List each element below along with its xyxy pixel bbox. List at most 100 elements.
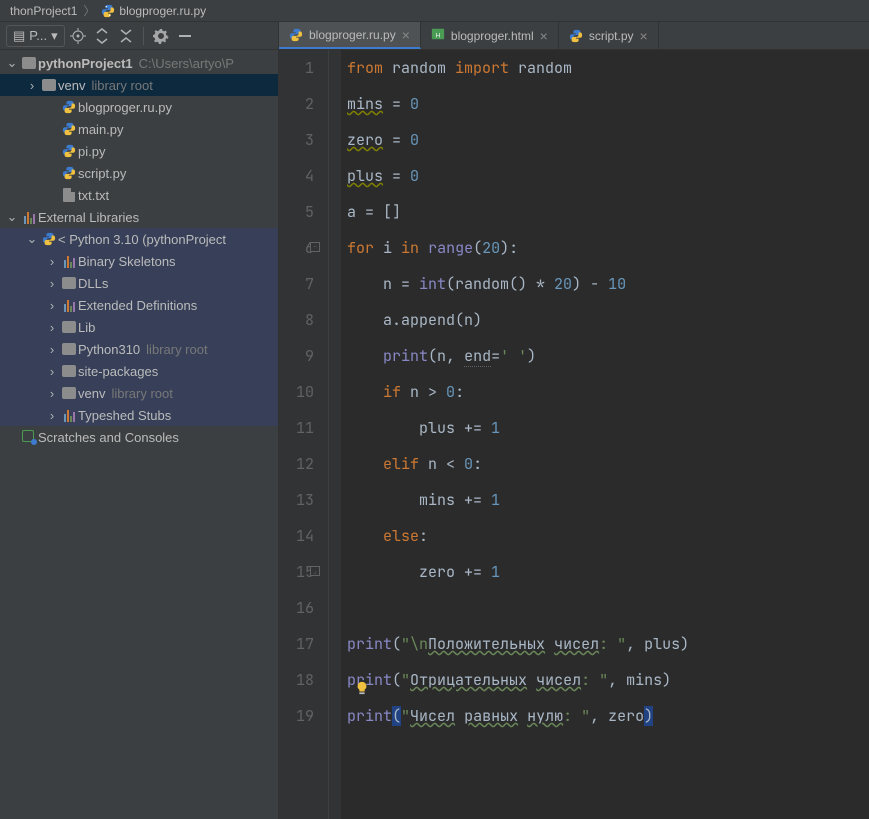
code-line[interactable]: mins = 0 [347,86,869,122]
breadcrumb-file[interactable]: blogproger.ru.py [97,4,210,18]
chevron-right-icon[interactable]: › [44,386,60,401]
chevron-right-icon[interactable]: › [44,342,60,357]
tree-scratches[interactable]: › Scratches and Consoles [0,426,278,448]
line-number[interactable]: 7 [279,266,314,302]
line-number[interactable]: 10 [279,374,314,410]
tree-lib-item[interactable]: › Binary Skeletons [0,250,278,272]
line-number[interactable]: 12 [279,446,314,482]
tree-file[interactable]: › script.py [0,162,278,184]
chevron-right-icon[interactable]: › [44,408,60,423]
code-line[interactable]: a = [] [347,194,869,230]
line-number[interactable]: 6− [279,230,314,266]
collapse-all-icon[interactable] [115,25,137,47]
fold-start-icon[interactable]: − [310,242,320,252]
line-number[interactable]: 1 [279,50,314,86]
line-number[interactable]: 15⌟ [279,554,314,590]
expand-all-icon[interactable] [91,25,113,47]
tree-lib-item[interactable]: › Typeshed Stubs [0,404,278,426]
line-number[interactable]: 18 [279,662,314,698]
close-icon[interactable]: × [402,28,410,42]
line-number[interactable]: 4 [279,158,314,194]
chevron-right-icon[interactable]: › [44,364,60,379]
folder-icon [60,365,78,377]
breadcrumb-project[interactable]: thonProject1 [6,4,81,18]
code-line[interactable]: from random import random [347,50,869,86]
code-line[interactable]: a.append(n) [347,302,869,338]
line-number[interactable]: 13 [279,482,314,518]
line-number[interactable]: 5 [279,194,314,230]
tree-lib-item[interactable]: › Python310 library root [0,338,278,360]
chevron-down-icon[interactable]: ⌄ [4,209,20,225]
project-view-selector[interactable]: ▤ P... ▾ [6,25,65,47]
code-line[interactable]: elif n < 0: [347,446,869,482]
tree-lib-item[interactable]: › Extended Definitions [0,294,278,316]
code-line[interactable]: plus += 1 [347,410,869,446]
chevron-down-icon[interactable]: ⌄ [24,231,40,247]
tree-hint: library root [146,342,207,357]
chevron-down-icon[interactable]: ⌄ [4,55,20,71]
code-line[interactable]: else: [347,518,869,554]
line-number[interactable]: 2 [279,86,314,122]
breadcrumb-project-label: thonProject1 [10,4,77,18]
line-number[interactable]: 14 [279,518,314,554]
code-line[interactable]: print("Отрицательных чисел: ", mins) [347,662,869,698]
gear-icon[interactable] [150,25,172,47]
tree-project-root[interactable]: ⌄ pythonProject1 C:\Users\artyo\P [0,52,278,74]
line-number[interactable]: 3 [279,122,314,158]
tree-file[interactable]: › txt.txt [0,184,278,206]
code-line[interactable] [347,590,869,626]
breakpoint-margin[interactable] [329,50,341,819]
tree-label: DLLs [78,276,108,291]
tree-file[interactable]: › main.py [0,118,278,140]
chevron-right-icon[interactable]: › [44,254,60,269]
tree-file[interactable]: › blogproger.ru.py [0,96,278,118]
tree-venv-folder[interactable]: › venv library root [0,74,278,96]
editor-gutter[interactable]: 123456−789101112131415⌟16171819 [279,50,329,819]
lib-icon [20,210,38,224]
line-number[interactable]: 17 [279,626,314,662]
editor-tabs: blogproger.ru.py × H blogproger.html × s… [279,22,869,50]
chevron-right-icon[interactable]: › [44,298,60,313]
close-icon[interactable]: × [640,29,648,43]
hide-icon[interactable] [174,25,196,47]
fold-end-icon[interactable]: ⌟ [310,566,320,576]
project-tree[interactable]: ⌄ pythonProject1 C:\Users\artyo\P › venv… [0,50,278,819]
chevron-right-icon[interactable]: › [44,320,60,335]
python-file-icon [60,144,78,158]
code-line[interactable]: n = int(random() * 20) - 10 [347,266,869,302]
code-line[interactable]: print("Чисел равных нулю: ", zero) [347,698,869,734]
line-number[interactable]: 19 [279,698,314,734]
code-line[interactable]: zero += 1 [347,554,869,590]
code-line[interactable]: if n > 0: [347,374,869,410]
intention-bulb-icon[interactable] [355,672,369,686]
line-number[interactable]: 16 [279,590,314,626]
project-view-label: P... [29,28,47,43]
editor-tab[interactable]: blogproger.ru.py × [279,22,421,49]
line-number[interactable]: 8 [279,302,314,338]
code-line[interactable]: zero = 0 [347,122,869,158]
chevron-right-icon[interactable]: › [24,78,40,93]
tree-lib-item[interactable]: › DLLs [0,272,278,294]
tree-external-libraries[interactable]: ⌄ External Libraries [0,206,278,228]
tree-label: main.py [78,122,124,137]
editor-tab[interactable]: H blogproger.html × [421,22,559,49]
line-number[interactable]: 9 [279,338,314,374]
code-line[interactable]: for i in range(20): [347,230,869,266]
tree-lib-item[interactable]: › venv library root [0,382,278,404]
tree-file[interactable]: › pi.py [0,140,278,162]
line-number[interactable]: 11 [279,410,314,446]
tree-lib-item[interactable]: › Lib [0,316,278,338]
code-area[interactable]: from random import randommins = 0zero = … [341,50,869,819]
code-line[interactable]: print(n, end=' ') [347,338,869,374]
tree-lib-item[interactable]: › site-packages [0,360,278,382]
tree-python-env[interactable]: ⌄ < Python 3.10 (pythonProject [0,228,278,250]
locate-icon[interactable] [67,25,89,47]
code-line[interactable]: mins += 1 [347,482,869,518]
close-icon[interactable]: × [540,29,548,43]
code-line[interactable]: plus = 0 [347,158,869,194]
code-line[interactable]: print("\nПоложительных чисел: ", plus) [347,626,869,662]
tree-label: Typeshed Stubs [78,408,171,423]
chevron-right-icon[interactable]: › [44,276,60,291]
code-editor[interactable]: 123456−789101112131415⌟16171819 from ran… [279,50,869,819]
editor-tab[interactable]: script.py × [559,22,659,49]
